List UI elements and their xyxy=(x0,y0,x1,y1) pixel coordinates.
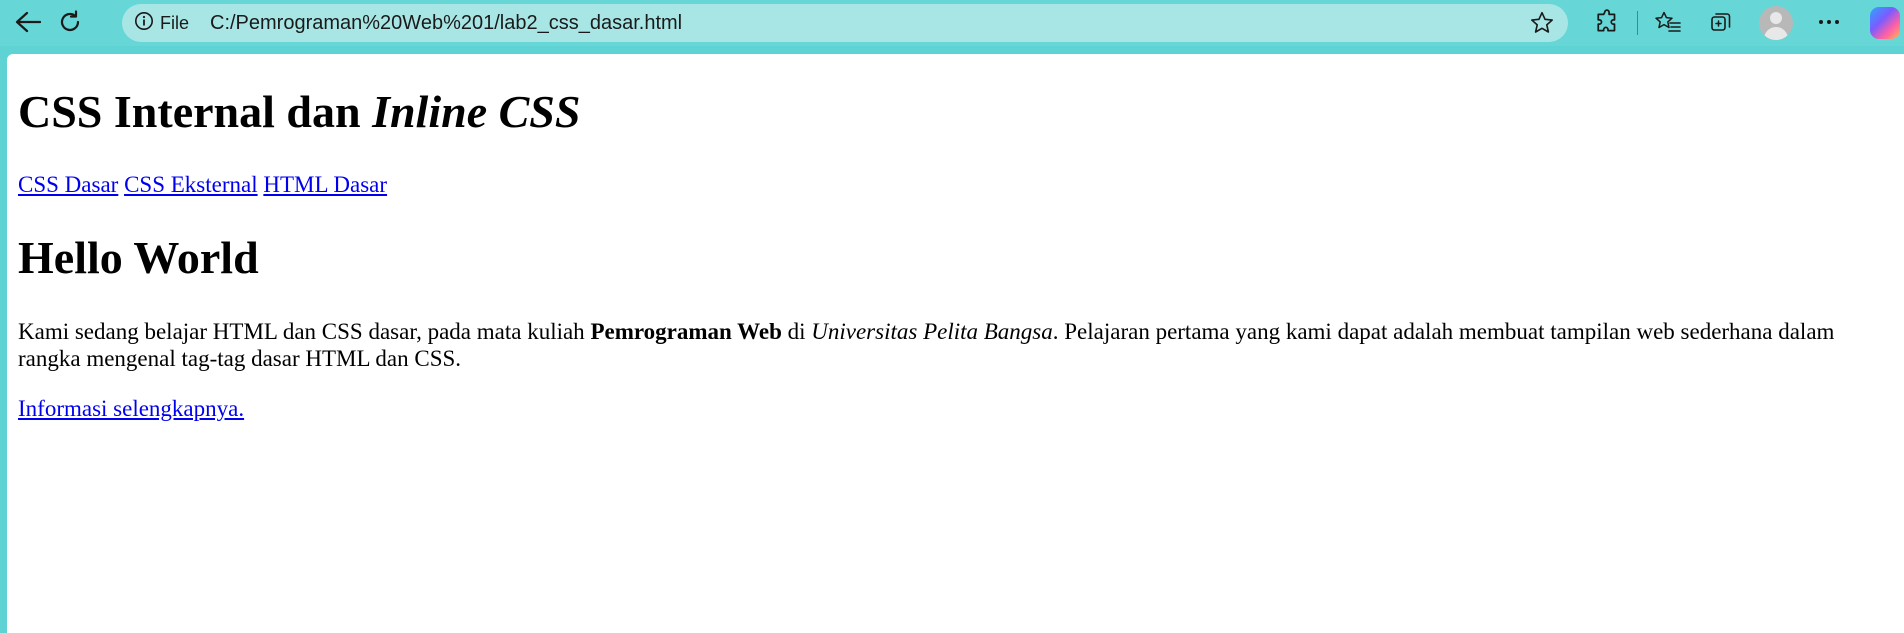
refresh-icon[interactable] xyxy=(50,0,90,44)
back-icon[interactable] xyxy=(8,0,48,44)
nav-link-css-eksternal[interactable]: CSS Eksternal xyxy=(124,172,258,197)
address-bar[interactable]: File C:/Pemrograman%20Web%201/lab2_css_d… xyxy=(122,4,1568,42)
site-info-button[interactable]: File xyxy=(134,4,189,42)
favorites-icon[interactable] xyxy=(1648,0,1688,44)
page-title-plain: CSS Internal dan xyxy=(18,86,373,137)
page-title: CSS Internal dan Inline CSS xyxy=(18,86,580,138)
hello-heading: Hello World xyxy=(18,232,259,283)
info-icon xyxy=(134,11,154,36)
intro-paragraph: Kami sedang belajar HTML dan CSS dasar, … xyxy=(18,318,1878,372)
more-icon[interactable] xyxy=(1809,0,1849,44)
nav-links: CSS Dasar CSS Eksternal HTML Dasar xyxy=(18,171,387,198)
collections-icon[interactable] xyxy=(1701,0,1741,44)
extensions-icon[interactable] xyxy=(1588,0,1628,44)
url-text[interactable]: C:/Pemrograman%20Web%201/lab2_css_dasar.… xyxy=(210,4,682,42)
paragraph-text: Kami sedang belajar HTML dan CSS dasar, … xyxy=(18,319,591,344)
toolbar-separator xyxy=(1637,11,1638,35)
nav-link-html-dasar[interactable]: HTML Dasar xyxy=(263,172,387,197)
site-info-label: File xyxy=(160,12,190,33)
profile-avatar[interactable] xyxy=(1759,6,1793,40)
page-title-italic: Inline CSS xyxy=(372,86,581,137)
more-info: Informasi selengkapnya. xyxy=(18,395,244,422)
more-info-link[interactable]: Informasi selengkapnya. xyxy=(18,396,244,421)
paragraph-text: di xyxy=(781,319,812,344)
paragraph-italic: Universitas Pelita Bangsa xyxy=(811,319,1053,344)
nav-link-css-dasar[interactable]: CSS Dasar xyxy=(18,172,118,197)
browser-toolbar: File C:/Pemrograman%20Web%201/lab2_css_d… xyxy=(0,0,1904,46)
favorite-star-icon[interactable] xyxy=(1526,4,1558,42)
paragraph-bold: Pemrograman Web xyxy=(590,319,782,344)
copilot-icon[interactable] xyxy=(1870,7,1900,39)
web-page: CSS Internal dan Inline CSS CSS Dasar CS… xyxy=(7,54,1904,633)
